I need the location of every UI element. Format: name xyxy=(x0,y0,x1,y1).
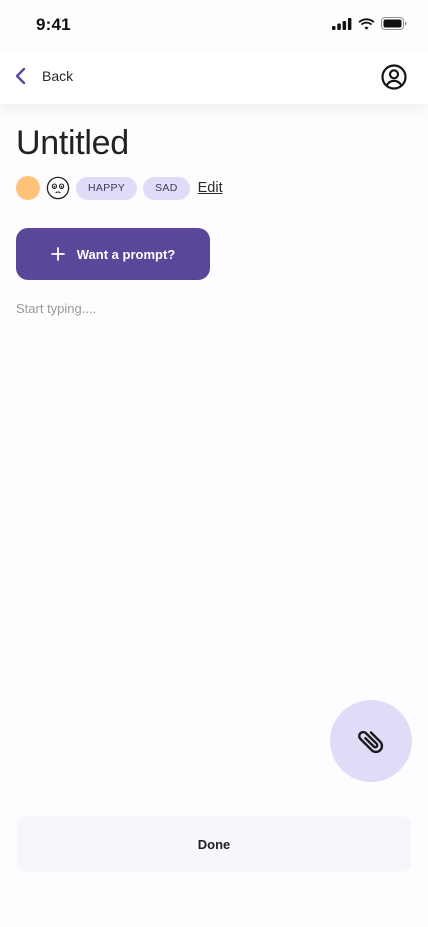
paperclip-icon xyxy=(358,730,384,754)
editor-placeholder: Start typing.... xyxy=(16,301,97,316)
attach-button[interactable] xyxy=(330,700,412,782)
status-icons xyxy=(332,17,408,30)
want-prompt-button[interactable]: Want a prompt? xyxy=(16,228,210,280)
tag-chip-happy[interactable]: HAPPY xyxy=(76,176,138,200)
plus-icon xyxy=(50,247,65,261)
nav-bar: Back xyxy=(0,52,428,104)
status-time: 9:41 xyxy=(36,15,71,34)
chevron-left-icon xyxy=(15,67,26,85)
profile-button[interactable] xyxy=(381,64,407,90)
status-bar: 9:41 xyxy=(0,0,428,52)
cellular-signal-icon xyxy=(332,17,352,30)
neutral-face-icon xyxy=(46,176,70,200)
wifi-icon xyxy=(358,17,375,30)
done-label: Done xyxy=(197,836,231,852)
battery-icon xyxy=(381,17,407,30)
tag-chip-sad[interactable]: SAD xyxy=(143,176,190,200)
back-button[interactable]: Back xyxy=(14,66,73,86)
want-prompt-label: Want a prompt? xyxy=(76,246,176,262)
mood-color-dot xyxy=(16,176,40,200)
mood-tags-row: HAPPY SAD Edit xyxy=(16,176,223,200)
user-circle-icon xyxy=(381,64,407,90)
journal-text-editor[interactable]: Start typing.... xyxy=(16,301,412,681)
back-label: Back xyxy=(42,68,74,84)
done-button[interactable]: Done xyxy=(17,816,411,872)
entry-title[interactable]: Untitled xyxy=(16,124,129,163)
edit-tags-link[interactable]: Edit xyxy=(198,180,223,196)
